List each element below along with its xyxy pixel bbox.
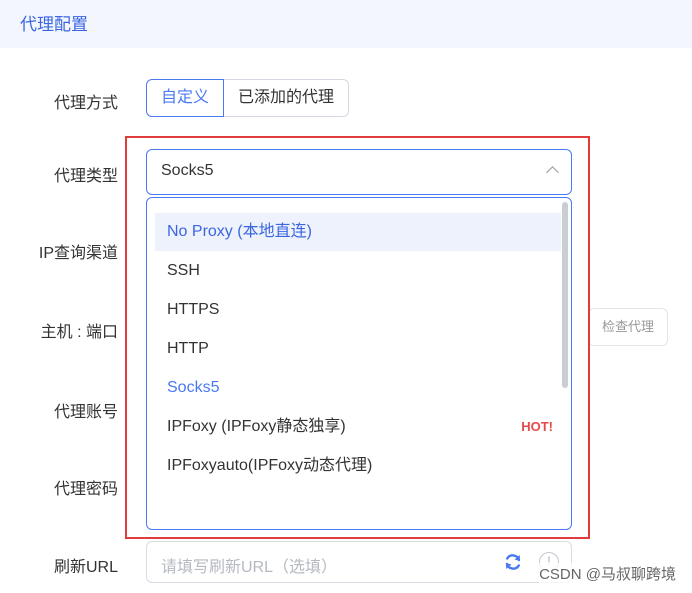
check-proxy-button[interactable]: 检查代理 <box>588 308 668 346</box>
proxy-option-ipfoxy-label: IPFoxy (IPFoxy静态独享) <box>167 418 346 435</box>
proxy-option-ssh[interactable]: SSH <box>155 252 561 290</box>
refresh-url-placeholder: 请填写刷新URL（选填） <box>161 559 338 576</box>
dropdown-scrollbar[interactable] <box>562 202 568 524</box>
proxy-password-label: 代理密码 <box>53 481 118 498</box>
proxy-option-socks5[interactable]: Socks5 <box>155 369 561 407</box>
ip-channel-label: IP查询渠道 <box>38 245 118 262</box>
hot-badge: HOT! <box>521 419 553 434</box>
proxy-option-no-proxy[interactable]: No Proxy (本地直连) <box>155 213 561 251</box>
page-title: 代理配置 <box>20 15 88 34</box>
proxy-option-https[interactable]: HTTPS <box>155 291 561 329</box>
proxy-type-select[interactable]: Socks5 <box>146 149 572 195</box>
watermark: CSDN @马叔聊跨境 <box>539 563 676 584</box>
proxy-mode-custom-button[interactable]: 自定义 <box>146 79 225 117</box>
proxy-type-dropdown: No Proxy (本地直连) SSH HTTPS HTTP Socks5 IP… <box>146 197 572 530</box>
proxy-option-ipfoxyauto[interactable]: IPFoxyauto(IPFoxy动态代理) <box>155 447 561 485</box>
proxy-type-label: 代理类型 <box>53 168 118 185</box>
proxy-mode-label: 代理方式 <box>53 95 118 112</box>
proxy-type-value: Socks5 <box>161 162 214 179</box>
proxy-account-label: 代理账号 <box>53 404 118 421</box>
proxy-option-http[interactable]: HTTP <box>155 330 561 368</box>
proxy-option-ipfoxy[interactable]: IPFoxy (IPFoxy静态独享) HOT! <box>155 408 561 446</box>
proxy-mode-saved-button[interactable]: 已添加的代理 <box>224 79 350 117</box>
proxy-mode-toggle: 自定义 已添加的代理 <box>146 79 350 117</box>
refresh-icon[interactable] <box>503 552 523 572</box>
refresh-url-input[interactable]: 请填写刷新URL（选填） ! <box>146 541 572 583</box>
host-port-label: 主机 : 端口 <box>40 324 118 341</box>
refresh-url-label: 刷新URL <box>53 559 118 576</box>
section-header: 代理配置 <box>0 0 692 48</box>
chevron-up-icon <box>546 166 559 179</box>
dropdown-scrollbar-thumb[interactable] <box>562 202 568 388</box>
